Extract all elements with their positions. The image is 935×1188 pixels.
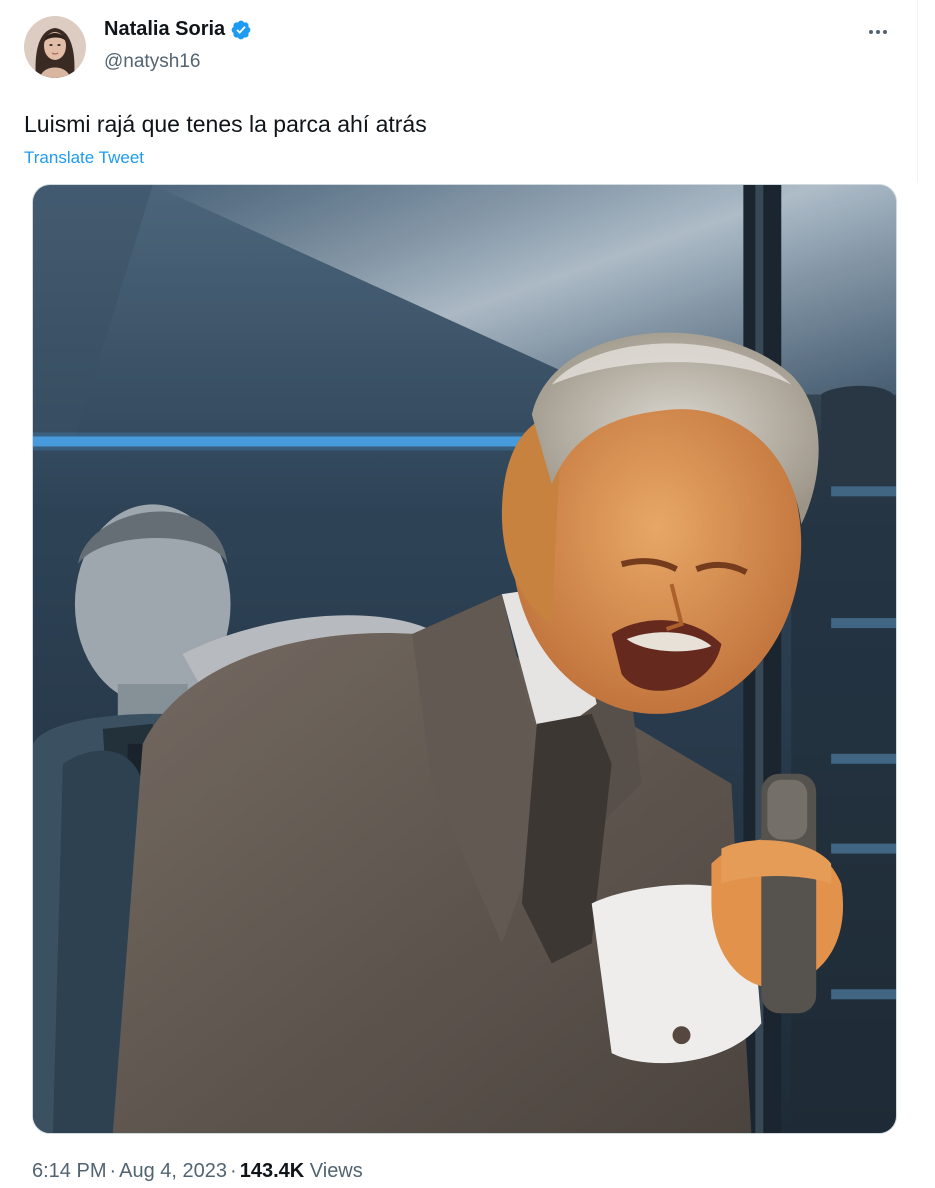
meta-separator: · xyxy=(109,1160,117,1182)
meta-separator: · xyxy=(230,1160,237,1182)
translate-tweet-link[interactable]: Translate Tweet xyxy=(24,148,144,168)
author-name-row[interactable]: Natalia Soria xyxy=(104,18,252,41)
more-horizontal-icon xyxy=(869,30,873,34)
tweet-time[interactable]: 6:14 PM xyxy=(32,1160,106,1182)
avatar-photo-icon xyxy=(24,16,86,78)
verified-badge-icon xyxy=(230,19,252,41)
tweet-text: Luismi rajá que tenes la parca ahí atrás xyxy=(24,111,427,137)
author-handle[interactable]: @natysh16 xyxy=(104,51,200,73)
tweet-meta: 6:14 PM · Aug 4, 2023 · 143.4K Views xyxy=(32,1160,363,1183)
more-horizontal-icon-dot xyxy=(876,30,880,34)
display-name[interactable]: Natalia Soria xyxy=(104,18,225,41)
more-horizontal-icon-dot xyxy=(883,30,887,34)
more-options-button[interactable] xyxy=(858,16,898,48)
views-count: 143.4K xyxy=(239,1160,305,1182)
media-photo-icon xyxy=(33,185,896,1133)
tweet-date[interactable]: Aug 4, 2023 xyxy=(119,1160,227,1182)
divider xyxy=(917,0,918,182)
tweet-media[interactable] xyxy=(32,184,897,1134)
views-label: Views xyxy=(309,1160,363,1182)
avatar[interactable] xyxy=(24,16,86,78)
